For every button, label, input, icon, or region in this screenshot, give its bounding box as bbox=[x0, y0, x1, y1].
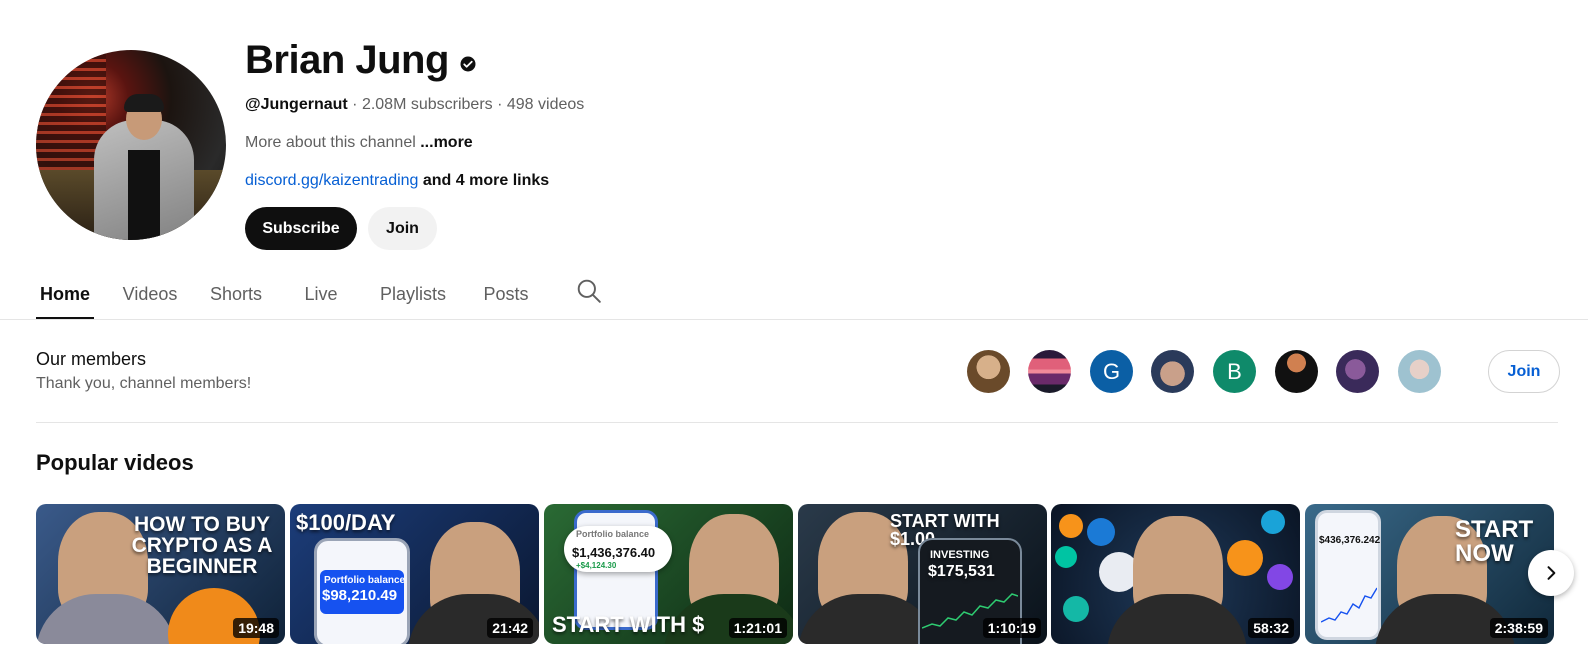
channel-meta: @Jungernaut · 2.08M subscribers · 498 vi… bbox=[245, 96, 584, 114]
stock-chart-graphic bbox=[1321, 587, 1377, 623]
phone-amount: $436,376.242 bbox=[1319, 535, 1381, 546]
balance-amount: $1,436,376.40 bbox=[572, 545, 656, 560]
video-duration: 21:42 bbox=[487, 618, 533, 638]
video-duration: 1:21:01 bbox=[728, 618, 787, 638]
video-duration: 2:38:59 bbox=[1489, 618, 1548, 638]
avatar-shirt bbox=[128, 150, 160, 240]
video-duration: 58:32 bbox=[1248, 618, 1294, 638]
thumbnail-title-text: START WITH $ bbox=[552, 612, 705, 637]
members-title: Our members bbox=[36, 349, 147, 369]
channel-about[interactable]: More about this channel ...more bbox=[245, 134, 473, 152]
avatar-hair bbox=[124, 94, 164, 112]
member-avatar[interactable] bbox=[1398, 350, 1441, 393]
tab-posts[interactable]: Posts bbox=[481, 270, 531, 319]
verified-badge-icon bbox=[460, 56, 476, 71]
meta-separator: · bbox=[492, 96, 507, 113]
section-divider bbox=[36, 422, 1558, 423]
tab-live[interactable]: Live bbox=[303, 270, 339, 319]
subscriber-count: 2.08M subscribers bbox=[361, 96, 493, 113]
video-thumbnail[interactable]: HOW TO BUY CRYPTO AS A BEGINNER 19:48 bbox=[36, 504, 285, 644]
crypto-coin-icon bbox=[1267, 564, 1293, 590]
member-avatar[interactable] bbox=[1151, 350, 1194, 393]
tabs-divider bbox=[0, 319, 1588, 320]
meta-separator: · bbox=[347, 96, 362, 113]
about-text: More about this channel bbox=[245, 134, 416, 151]
crypto-coin-icon bbox=[1055, 546, 1077, 568]
thumbnail-shirt bbox=[36, 594, 176, 644]
tab-videos[interactable]: Videos bbox=[121, 270, 179, 319]
crypto-coin-icon bbox=[1063, 596, 1089, 622]
join-button[interactable]: Join bbox=[368, 207, 437, 250]
balance-delta: +$4,124.30 bbox=[576, 561, 617, 570]
member-avatar[interactable] bbox=[1028, 350, 1071, 393]
video-thumbnail[interactable]: $436,376.242 START NOW 2:38:59 bbox=[1305, 504, 1554, 644]
members-subtitle: Thank you, channel members! bbox=[36, 375, 252, 392]
tab-shorts[interactable]: Shorts bbox=[208, 270, 264, 319]
tab-home[interactable]: Home bbox=[36, 270, 94, 319]
chevron-right-icon bbox=[1547, 566, 1556, 580]
video-thumbnail[interactable]: 58:32 bbox=[1051, 504, 1300, 644]
crypto-coin-icon bbox=[1261, 510, 1285, 534]
balance-label: Portfolio balance bbox=[324, 575, 406, 586]
crypto-coin-icon bbox=[1059, 514, 1083, 538]
thumbnail-title-text: HOW TO BUY CRYPTO AS A BEGINNER bbox=[131, 513, 273, 578]
about-more-link[interactable]: ...more bbox=[416, 134, 472, 151]
thumbnail-shirt bbox=[1107, 594, 1247, 644]
video-count: 498 videos bbox=[506, 96, 585, 113]
video-thumbnail[interactable]: $100/DAY Portfolio balance $98,210.49 21… bbox=[290, 504, 539, 644]
channel-tabs: Home Videos Shorts Live Playlists Posts bbox=[36, 270, 531, 320]
balance-label: Portfolio balance bbox=[576, 529, 650, 539]
thumbnail-shirt bbox=[798, 594, 938, 644]
subscribe-button[interactable]: Subscribe bbox=[245, 207, 357, 250]
tab-playlists[interactable]: Playlists bbox=[377, 270, 449, 319]
channel-primary-link[interactable]: discord.gg/kaizentrading bbox=[245, 172, 418, 189]
search-icon[interactable] bbox=[576, 278, 602, 304]
video-thumbnail[interactable]: START WITH $1.00 INVESTING $175,531 1:10… bbox=[798, 504, 1047, 644]
member-avatar[interactable]: B bbox=[1213, 350, 1256, 393]
video-duration: 19:48 bbox=[233, 618, 279, 638]
phone-label: INVESTING bbox=[930, 549, 990, 561]
more-links[interactable]: and 4 more links bbox=[418, 172, 549, 189]
member-avatar[interactable] bbox=[967, 350, 1010, 393]
phone-amount: $175,531 bbox=[928, 563, 995, 580]
thumbnail-title-text: $100/DAY bbox=[296, 510, 396, 535]
channel-links: discord.gg/kaizentrading and 4 more link… bbox=[245, 172, 549, 190]
member-avatar[interactable] bbox=[1336, 350, 1379, 393]
video-duration: 1:10:19 bbox=[982, 618, 1041, 638]
members-join-button[interactable]: Join bbox=[1488, 350, 1560, 393]
channel-title-row: Brian Jung bbox=[245, 38, 477, 83]
bitcoin-coin bbox=[1227, 540, 1263, 576]
balance-amount: $98,210.49 bbox=[322, 587, 398, 604]
channel-handle: @Jungernaut bbox=[245, 96, 348, 113]
channel-avatar[interactable] bbox=[36, 50, 226, 240]
member-avatar[interactable]: G bbox=[1090, 350, 1133, 393]
carousel-next-button[interactable] bbox=[1528, 550, 1574, 596]
channel-name: Brian Jung bbox=[245, 38, 449, 82]
popular-videos-title: Popular videos bbox=[36, 450, 194, 475]
crypto-coin-icon bbox=[1087, 518, 1115, 546]
member-avatar[interactable] bbox=[1275, 350, 1318, 393]
video-thumbnail[interactable]: Portfolio balance $1,436,376.40 +$4,124.… bbox=[544, 504, 793, 644]
